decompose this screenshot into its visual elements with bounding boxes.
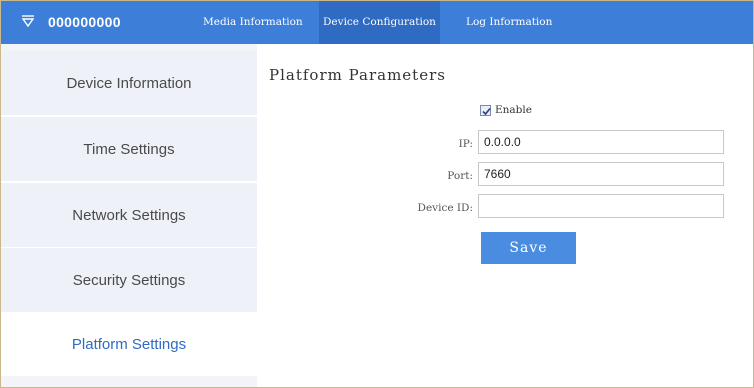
sidebar-item-label: Platform Settings — [71, 335, 187, 353]
sidebar-item-label: Device Information — [66, 74, 192, 92]
platform-parameters-panel: Platform Parameters Enable IP: Port: Dev… — [257, 44, 753, 387]
top-navigation-bar: 000000000 Media Information Device Confi… — [1, 1, 753, 44]
sidebar-item-label: Time Settings — [83, 140, 175, 158]
device-name: 000000000 — [48, 14, 121, 30]
sidebar-item-network-settings[interactable]: Network Settings — [1, 183, 257, 247]
port-field[interactable] — [478, 162, 724, 186]
page-title: Platform Parameters — [269, 66, 446, 84]
sidebar-item-platform-settings[interactable]: Platform Settings — [1, 312, 257, 376]
device-id-field[interactable] — [478, 194, 724, 218]
port-label: Port: — [447, 170, 473, 182]
sidebar-item-label: Security Settings — [72, 271, 186, 289]
sidebar-item-security-settings[interactable]: Security Settings — [1, 248, 257, 312]
app-window: 000000000 Media Information Device Confi… — [0, 0, 754, 388]
device-id-label: Device ID: — [417, 202, 473, 214]
tab-device-configuration[interactable]: Device Configuration — [319, 1, 440, 44]
enable-row: Enable — [480, 104, 532, 116]
sidebar-item-label: Network Settings — [72, 206, 186, 224]
device-selector[interactable]: 000000000 — [1, 1, 191, 44]
ip-field[interactable] — [478, 130, 724, 154]
ip-label: IP: — [458, 138, 473, 150]
tab-log-information[interactable]: Log Information — [462, 1, 556, 44]
sidebar-item-time-settings[interactable]: Time Settings — [1, 117, 257, 181]
filter-triangle-icon[interactable] — [21, 14, 35, 28]
enable-label: Enable — [495, 104, 532, 116]
checkmark-icon — [482, 107, 491, 115]
sidebar-item-device-information[interactable]: Device Information — [1, 51, 257, 115]
save-button[interactable]: Save — [481, 232, 576, 264]
settings-sidebar: Device Information Time Settings Network… — [1, 44, 257, 387]
enable-checkbox[interactable] — [480, 104, 491, 116]
tab-media-information[interactable]: Media Information — [199, 1, 307, 44]
